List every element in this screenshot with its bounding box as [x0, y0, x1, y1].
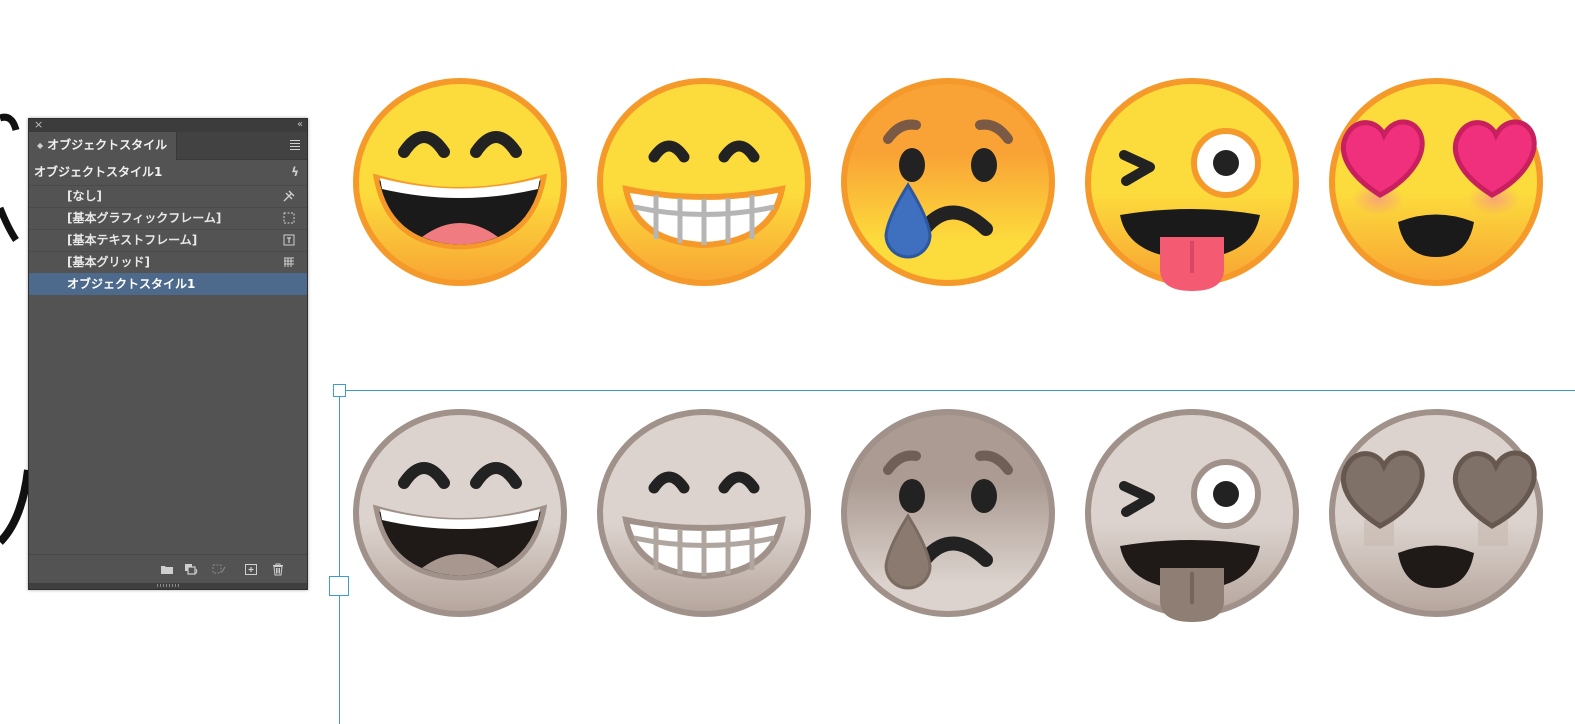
style-item-basic-grid[interactable]: [基本グリッド]: [29, 251, 307, 273]
style-item-object-style-1[interactable]: オブジェクトスタイル1: [29, 273, 307, 295]
selection-handle-left-middle[interactable]: [329, 576, 349, 596]
delete-icon[interactable]: [271, 563, 285, 576]
current-style-label: オブジェクトスタイル1: [34, 165, 163, 179]
no-style-icon: [283, 190, 295, 202]
smiling-face-with-heart-eyes-grayscale-emoji[interactable]: [1328, 408, 1544, 618]
style-item-basic-text-frame[interactable]: [基本テキストフレーム]: [29, 229, 307, 251]
sad-but-relieved-face-emoji[interactable]: [840, 77, 1056, 287]
panel-title-bar[interactable]: × ‹‹: [29, 118, 307, 132]
selection-frame-left-edge: [339, 391, 340, 724]
tab-expand-arrows-icon[interactable]: ◆: [37, 141, 43, 150]
panel-resize-grip[interactable]: [29, 583, 307, 589]
selection-handle-top-left[interactable]: [333, 384, 346, 397]
winking-face-with-tongue-emoji[interactable]: [1084, 77, 1300, 293]
tab-object-styles[interactable]: ◆ オブジェクトスタイル: [29, 132, 177, 160]
new-group-folder-icon[interactable]: [160, 563, 174, 576]
grinning-face-grayscale-emoji[interactable]: [596, 408, 812, 618]
object-styles-panel: × ‹‹ ◆ オブジェクトスタイル オブジェクトスタイル1 ϟ [なし] [基本グ…: [28, 118, 308, 590]
grinning-face-with-smiling-eyes-emoji[interactable]: [352, 77, 568, 287]
graphic-frame-icon: [283, 212, 295, 224]
style-item-label: [基本テキストフレーム]: [67, 233, 198, 247]
smiling-face-with-heart-eyes-emoji[interactable]: [1328, 77, 1544, 287]
collapse-panel-icon[interactable]: ‹‹: [297, 118, 303, 132]
new-style-icon[interactable]: [244, 563, 258, 576]
winking-face-with-tongue-grayscale-emoji[interactable]: [1084, 408, 1300, 624]
clear-overrides-icon[interactable]: [184, 563, 198, 576]
style-item-basic-graphics-frame[interactable]: [基本グラフィックフレーム]: [29, 207, 307, 229]
grid-icon: [284, 257, 294, 267]
style-item-label: [基本グラフィックフレーム]: [67, 211, 222, 225]
style-item-label: [基本グリッド]: [67, 255, 150, 269]
close-icon[interactable]: ×: [34, 118, 43, 132]
style-list: [なし] [基本グラフィックフレーム] [基本テキストフレーム] [基本グリッド…: [29, 185, 307, 295]
grinning-face-emoji[interactable]: [596, 77, 812, 287]
selection-frame-top-edge: [340, 390, 1575, 391]
grinning-face-with-smiling-eyes-grayscale-emoji[interactable]: [352, 408, 568, 618]
clear-non-defined-attributes-icon[interactable]: [212, 563, 226, 576]
quick-apply-icon[interactable]: ϟ: [291, 161, 299, 183]
tab-label: オブジェクトスタイル: [47, 138, 168, 152]
sad-but-relieved-face-grayscale-emoji[interactable]: [840, 408, 1056, 618]
style-item-label: オブジェクトスタイル1: [67, 277, 196, 291]
text-frame-icon: [283, 234, 295, 246]
current-style-name: オブジェクトスタイル1 ϟ: [29, 161, 307, 183]
panel-tab-bar: ◆ オブジェクトスタイル: [29, 132, 307, 160]
style-item-none[interactable]: [なし]: [29, 185, 307, 207]
style-item-label: [なし]: [67, 189, 102, 203]
panel-menu-icon[interactable]: [290, 140, 300, 152]
